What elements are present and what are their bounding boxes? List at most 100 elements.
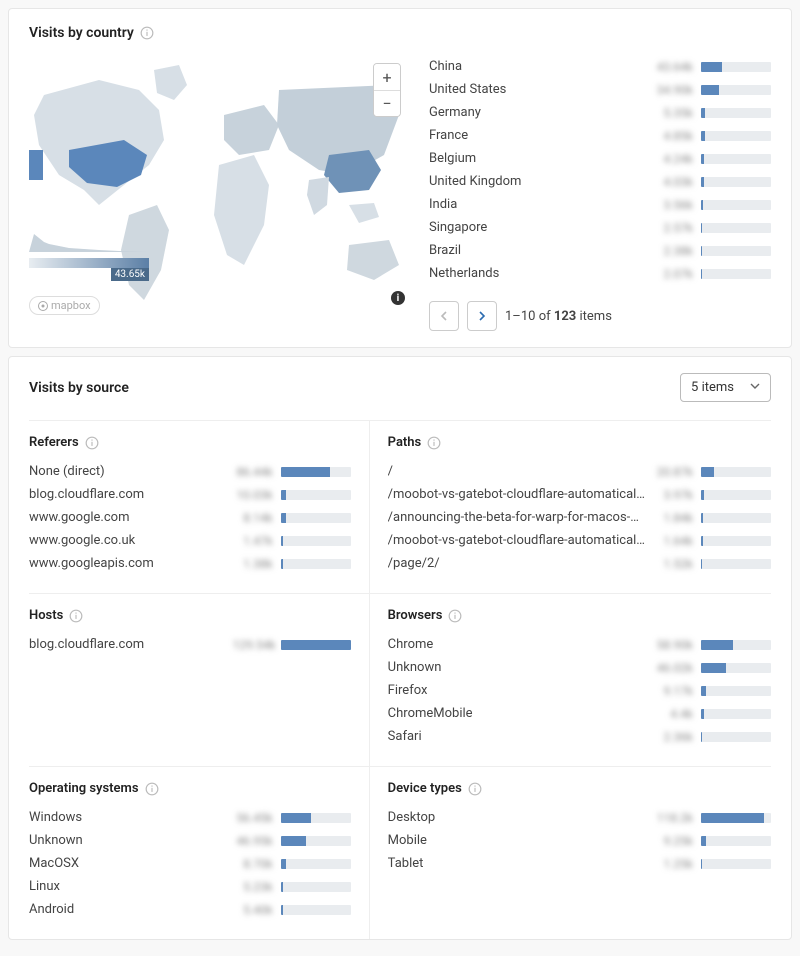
paths-value: 1.52k [653,557,693,571]
mapbox-attribution[interactable]: mapbox [29,296,100,315]
country-label: India [429,197,645,212]
browsers-value: 58.90k [653,638,693,652]
visits-by-country-panel: Visits by country [8,8,792,348]
country-value: 2.38k [653,244,693,258]
os-title-text: Operating systems [29,781,139,796]
os-label: Windows [29,810,225,825]
referers-title: Referers [29,435,351,450]
map-legend-max: 43.65k [111,268,149,281]
country-value: 34.90k [653,83,693,97]
device-bar [701,836,771,846]
browsers-row: Chrome 58.90k [388,633,771,656]
country-bar [701,85,771,95]
hosts-title-text: Hosts [29,608,63,623]
country-row: Germany5.35k [429,101,771,124]
country-label: Brazil [429,243,645,258]
referers-row: None (direct) 86.44k [29,460,351,483]
browsers-row: Firefox 9.17k [388,679,771,702]
paths-bar [701,490,771,500]
paths-row: /moobot-vs-gatebot-cloudflare-automatica… [388,529,771,552]
browsers-bar [701,686,771,696]
browsers-label: Safari [388,729,645,744]
hosts-value: 129.54k [233,638,273,652]
browsers-bar [701,709,771,719]
pager-total: 123 [554,309,576,324]
referers-bar [281,490,351,500]
referers-value: 86.44k [233,465,273,479]
referers-bar [281,467,351,477]
world-map[interactable]: + − 43.65k mapbox i [29,55,409,331]
country-row: China 43.64k [429,55,771,78]
os-value: 5.23k [233,880,273,894]
panel-title-text: Visits by country [29,25,134,41]
info-icon[interactable] [85,436,99,450]
device-bar [701,813,771,823]
country-bar [701,223,771,233]
paths-value: 1.84k [653,511,693,525]
referers-value: 8.14k [233,511,273,525]
referers-label: None (direct) [29,464,225,479]
zoom-out-button[interactable]: − [374,90,400,116]
browsers-value: 4.4k [653,707,693,721]
device-bar [701,859,771,869]
browsers-title: Browsers [388,608,771,623]
device-value: 118.2k [653,811,693,825]
country-label: France [429,128,645,143]
visits-by-source-title: Visits by source [29,380,129,396]
browsers-bar [701,640,771,650]
paths-row: /20.87k [388,460,771,483]
paths-label: /announcing-the-beta-for-warp-for-macos-… [388,510,645,525]
pager-next-button[interactable] [467,301,497,331]
map-info-icon[interactable]: i [391,291,405,305]
country-value: 2.57k [653,221,693,235]
referers-row: www.google.co.uk1.47k [29,529,351,552]
os-bar [281,905,351,915]
os-row: Android5.40k [29,898,351,921]
country-row: Singapore 2.57k [429,216,771,239]
map-legend: 43.65k [29,228,149,281]
referers-bar [281,513,351,523]
info-icon[interactable] [69,609,83,623]
os-label: Linux [29,879,225,894]
country-label: United States [429,82,645,97]
device-title-text: Device types [388,781,462,796]
browsers-label: Firefox [388,683,645,698]
info-icon[interactable] [468,782,482,796]
browsers-value: 9.17k [653,684,693,698]
country-bar [701,108,771,118]
country-row: United Kingdom4.03k [429,170,771,193]
os-row: Unknown46.95k [29,829,351,852]
items-count-dropdown[interactable]: 5 items [680,373,771,402]
country-row: India3.56k [429,193,771,216]
country-label: Belgium [429,151,645,166]
info-icon[interactable] [427,436,441,450]
referers-row: blog.cloudflare.com10.03k [29,483,351,506]
os-title: Operating systems [29,781,351,796]
paths-label: /page/2/ [388,556,645,571]
device-label: Mobile [388,833,645,848]
country-row: Brazil 2.38k [429,239,771,262]
zoom-in-button[interactable]: + [374,64,400,90]
country-row: Belgium4.24k [429,147,771,170]
country-bar [701,177,771,187]
referers-label: www.google.com [29,510,225,525]
os-bar [281,859,351,869]
country-label: Netherlands [429,266,645,281]
country-bar [701,269,771,279]
country-label: Singapore [429,220,645,235]
visits-by-source-panel: Visits by source 5 items Referers None (d… [8,356,792,940]
device-label: Desktop [388,810,645,825]
pager-prev-button[interactable] [429,301,459,331]
browsers-label: Chrome [388,637,645,652]
hosts-title: Hosts [29,608,351,623]
os-value: 5.40k [233,903,273,917]
paths-value: 3.97k [653,488,693,502]
device-row: Desktop 118.2k [388,806,771,829]
info-icon[interactable] [145,782,159,796]
country-label: China [429,59,645,74]
info-icon[interactable] [140,26,154,40]
info-icon[interactable] [448,609,462,623]
os-bar [281,882,351,892]
country-value: 43.64k [653,60,693,74]
country-value: 2.07k [653,267,693,281]
